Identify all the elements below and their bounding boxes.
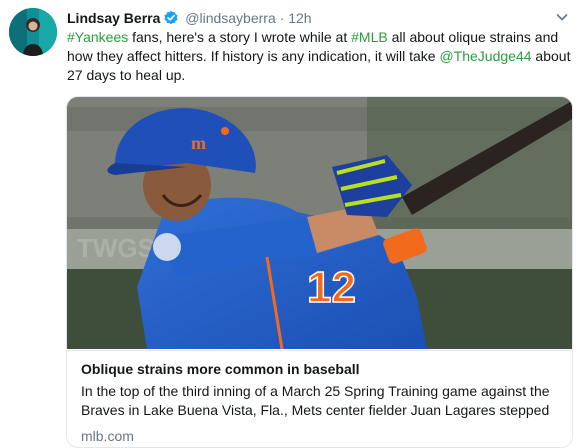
tweet-text: #Yankees fans, here's a story I wrote wh… [67,28,573,85]
author-handle[interactable]: @lindsayberra [185,10,275,26]
svg-text:m: m [191,133,206,153]
tweet[interactable]: Lindsay Berra @lindsayberra · 12h #Yanke… [0,0,580,448]
separator-dot: · [279,10,285,26]
hashtag-yankees[interactable]: #Yankees [67,29,128,45]
card-description: In the top of the third inning of a Marc… [81,383,550,418]
author-avatar[interactable] [9,8,57,56]
tweet-timestamp[interactable]: 12h [288,10,311,26]
svg-text:TWGS: TWGS [77,233,155,263]
card-image[interactable]: TWGS 12 m [67,97,572,350]
tweet-text-part: fans, here's a story I wrote while at [128,29,352,45]
mention-thejudge44[interactable]: @TheJudge44 [439,48,531,64]
card-domain: mlb.com [81,428,134,444]
hashtag-mlb[interactable]: #MLB [351,29,388,45]
link-preview-card[interactable]: TWGS 12 m Oblique strains more common in… [66,96,573,448]
chevron-down-icon[interactable] [555,10,569,24]
verified-badge-icon [163,10,179,30]
card-image-jersey-number: 12 [307,263,356,312]
card-title[interactable]: Oblique strains more common in baseball [81,360,360,378]
author-name[interactable]: Lindsay Berra [67,10,160,26]
tweet-header: Lindsay Berra @lindsayberra · 12h [67,9,540,27]
card-body[interactable]: Oblique strains more common in baseball … [67,350,572,447]
